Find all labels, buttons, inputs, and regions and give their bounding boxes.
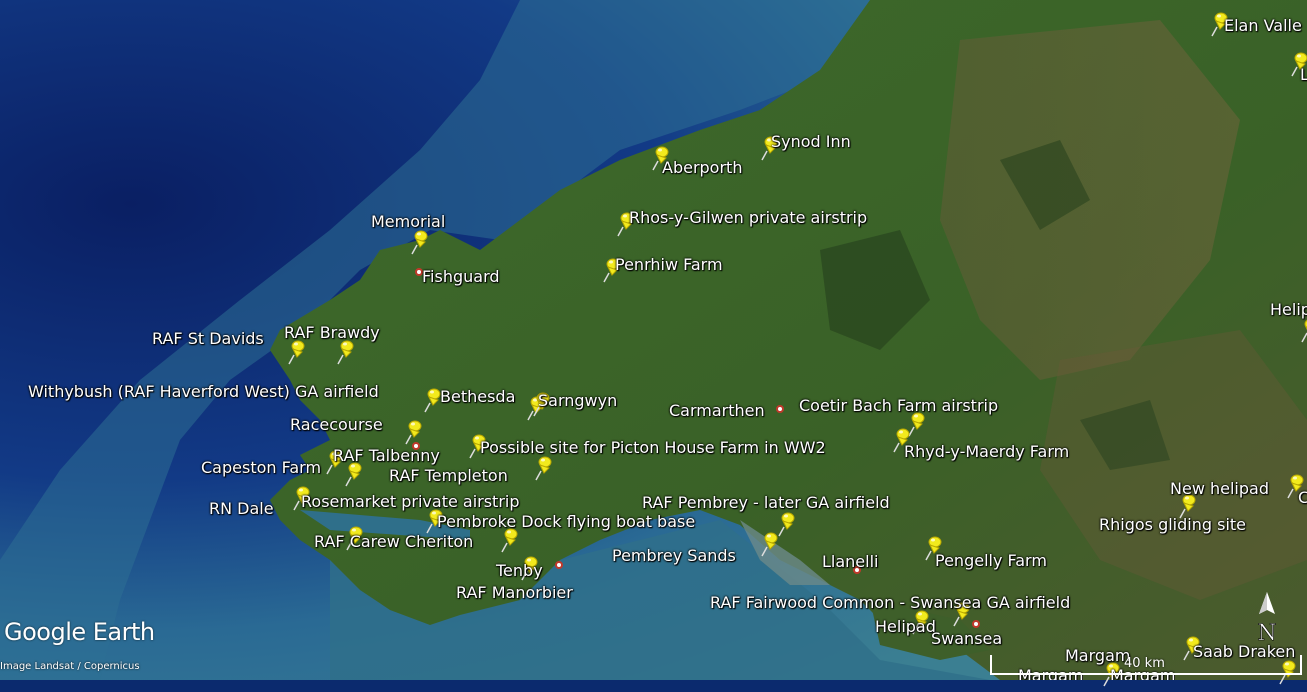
label-raf-st-davids: RAF St Davids <box>152 329 264 348</box>
label-bethesda: Bethesda <box>440 387 516 406</box>
label-rhigos: Rhigos gliding site <box>1099 515 1246 534</box>
pushpin-icon <box>1301 319 1307 343</box>
google-earth-logo: Google Earth <box>4 618 155 646</box>
label-raf-manorbier: RAF Manorbier <box>456 583 573 602</box>
label-penrhiw-farm: Penrhiw Farm <box>615 255 723 274</box>
pushpin-racecourse[interactable] <box>400 420 424 446</box>
imagery-credit: Image Landsat / Copernicus <box>0 661 140 672</box>
pushpin-helip-edge[interactable] <box>1296 318 1307 344</box>
pushpin-raf-templeton[interactable] <box>530 456 554 482</box>
label-helip-edge: Helip <box>1270 300 1307 319</box>
label-raf-pembrey: RAF Pembrey - later GA airfield <box>642 493 890 512</box>
label-withybush: Withybush (RAF Haverford West) GA airfie… <box>28 382 379 401</box>
label-raf-brawdy: RAF Brawdy <box>284 323 380 342</box>
label-sarngwyn: Sarngwyn <box>538 391 618 410</box>
label-swansea: Swansea <box>931 629 1003 648</box>
label-raf-carew-cheriton: RAF Carew Cheriton <box>314 532 474 551</box>
label-aberporth: Aberporth <box>662 158 743 177</box>
pushpin-icon <box>501 528 518 553</box>
label-raf-talbenny: RAF Talbenny <box>333 446 440 465</box>
pushpin-capeston-farm[interactable] <box>340 462 364 488</box>
pushpin-icon <box>411 230 428 255</box>
label-memorial: Memorial <box>371 212 446 231</box>
label-coetir-bach: Coetir Bach Farm airstrip <box>799 396 999 415</box>
pushpin-icon <box>345 462 362 487</box>
town-marker-swansea <box>972 620 980 628</box>
pushpin-icon <box>535 456 552 481</box>
label-l-edge: L <box>1300 65 1307 84</box>
pushpin-memorial[interactable] <box>406 230 430 256</box>
label-helipad: Helipad <box>875 617 936 636</box>
label-pembrey-sands: Pembrey Sands <box>612 546 736 565</box>
pushpin-icon <box>761 532 778 557</box>
label-raf-templeton: RAF Templeton <box>389 466 508 485</box>
label-pengelly-farm: Pengelly Farm <box>935 551 1047 570</box>
label-capeston-farm: Capeston Farm <box>201 458 322 477</box>
pushpin-icon <box>337 340 354 365</box>
label-carmarthen: Carmarthen <box>669 401 765 420</box>
town-marker-tenby <box>555 561 563 569</box>
label-c-edge: C <box>1298 488 1307 507</box>
pushpin-raf-st-davids[interactable] <box>283 340 307 366</box>
label-elan-valley: Elan Valle <box>1224 16 1302 35</box>
pushpin-pembroke-dock[interactable] <box>496 528 520 554</box>
label-new-helipad: New helipad <box>1170 479 1269 498</box>
label-fishguard: Fishguard <box>422 267 500 286</box>
pushpin-raf-brawdy[interactable] <box>332 340 356 366</box>
label-rn-dale: RN Dale <box>209 499 274 518</box>
town-marker-carmarthen <box>776 405 784 413</box>
pushpin-icon <box>405 420 422 445</box>
north-compass[interactable]: N <box>1254 590 1280 650</box>
label-rhos-y-gilwen: Rhos-y-Gilwen private airstrip <box>629 208 868 227</box>
label-picton: Possible site for Picton House Farm in W… <box>480 438 826 457</box>
compass-arrow-icon: N <box>1257 592 1277 646</box>
label-synod-inn: Synod Inn <box>771 132 851 151</box>
scale-label: 40 km <box>1124 656 1165 671</box>
pushpin-pembrey-sands[interactable] <box>756 532 780 558</box>
compass-n-label: N <box>1257 621 1276 646</box>
pushpin-icon <box>288 340 305 365</box>
label-pembroke-dock: Pembroke Dock flying boat base <box>437 512 696 531</box>
label-llanelli: Llanelli <box>822 552 879 571</box>
label-rhyd-y-maerdy: Rhyd-y-Maerdy Farm <box>904 442 1070 461</box>
label-racecourse: Racecourse <box>290 415 383 434</box>
label-rosemarket: Rosemarket private airstrip <box>301 492 520 511</box>
label-raf-fairwood: RAF Fairwood Common - Swansea GA airfiel… <box>710 593 1071 612</box>
label-tenby: Tenby <box>496 561 543 580</box>
